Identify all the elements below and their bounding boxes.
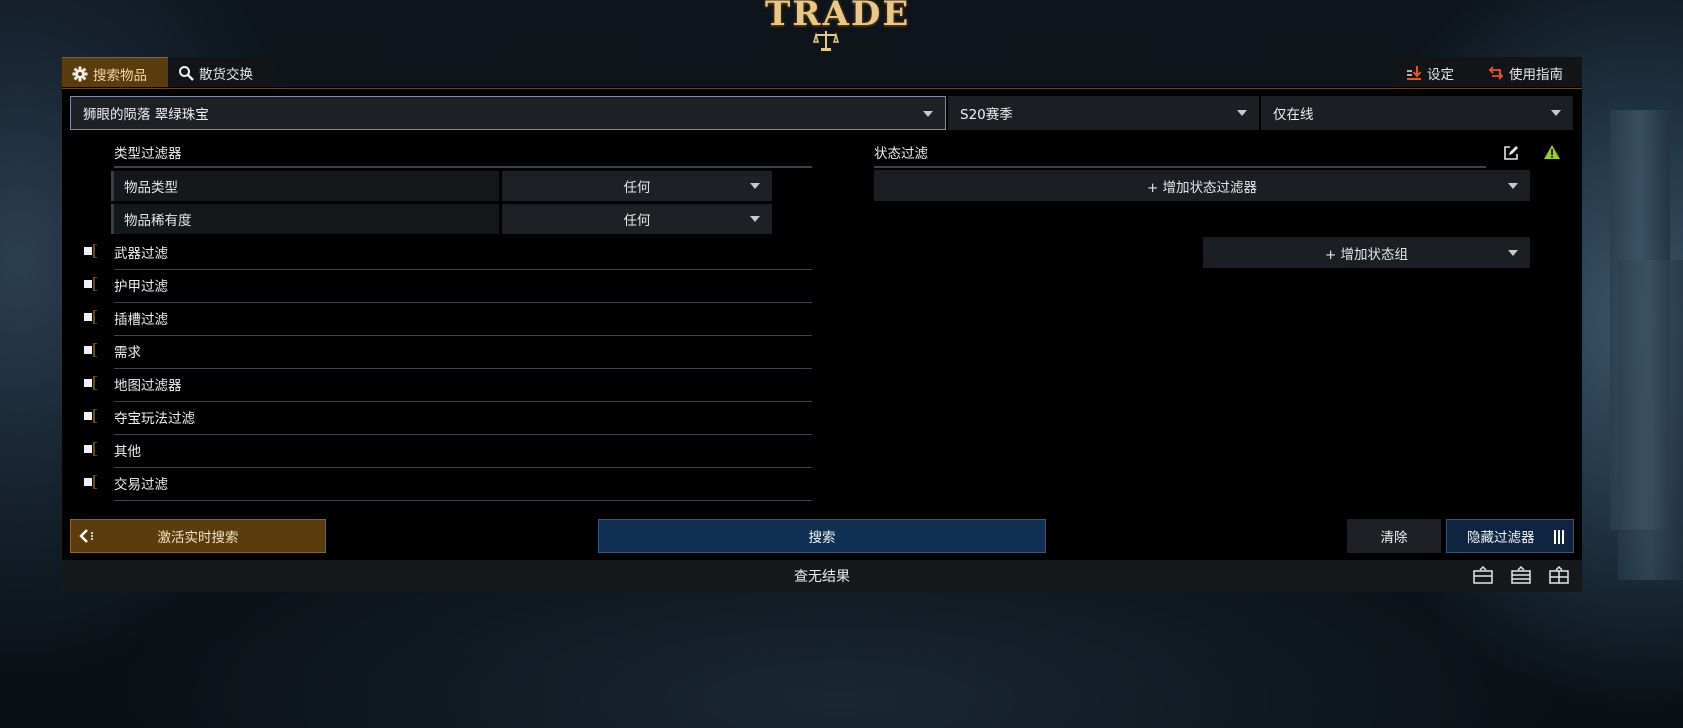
edit-icon[interactable] (1503, 145, 1519, 161)
online-status-value: 仅在线 (1273, 107, 1314, 123)
layout-icon[interactable] (1473, 566, 1493, 584)
filter-group-map[interactable]: 地图过滤器 (82, 369, 812, 402)
chevron-down-icon (1508, 250, 1518, 256)
chevron-down-icon (1237, 110, 1247, 116)
type-filters-title: 类型过滤器 (114, 146, 182, 162)
add-stat-group-dropdown[interactable]: + 增加状态组 (1203, 237, 1530, 268)
filter-checkbox[interactable] (84, 280, 92, 288)
filter-checkbox[interactable] (84, 379, 92, 387)
stat-filters-divider (874, 166, 1486, 168)
filter-checkbox-bracket (93, 475, 97, 489)
tab-search-items-label: 搜索物品 (93, 67, 147, 84)
item-type-label: 物品类型 (111, 171, 499, 201)
filter-checkbox[interactable] (84, 412, 92, 420)
filter-group-label: 地图过滤器 (114, 378, 182, 394)
add-stat-filter-label: + 增加状态过滤器 (1146, 179, 1258, 196)
filter-group-label: 夺宝玩法过滤 (114, 411, 195, 427)
background-pillar-far-right (1618, 260, 1683, 580)
filter-group-divider (114, 500, 812, 501)
filter-checkbox[interactable] (84, 445, 92, 453)
league-value: S20赛季 (960, 107, 1013, 123)
filter-checkbox-bracket (93, 376, 97, 390)
chevron-down-icon (1551, 110, 1561, 116)
filter-checkbox[interactable] (84, 346, 92, 354)
rarity-dropdown[interactable]: 任何 (502, 204, 772, 234)
chevron-down-icon (923, 111, 933, 117)
filter-group-armour[interactable]: 护甲过滤 (82, 270, 812, 303)
hide-filters-button[interactable]: 隐藏过滤器 (1446, 519, 1574, 553)
filter-checkbox-bracket (93, 277, 97, 291)
type-filters-divider (114, 166, 812, 168)
filter-group-label: 交易过滤 (114, 477, 168, 493)
filter-group-label: 其他 (114, 444, 141, 460)
search-button[interactable]: 搜索 (598, 519, 1046, 553)
item-search-value: 狮眼的陨落 翠绿珠宝 (83, 107, 209, 123)
filter-checkbox[interactable] (84, 478, 92, 486)
tab-bulk-exchange[interactable]: 散货交换 (168, 57, 276, 89)
filter-group-heist[interactable]: 夺宝玩法过滤 (82, 402, 812, 435)
filter-checkbox-bracket (93, 442, 97, 456)
filter-group-requirements[interactable]: 需求 (82, 336, 812, 369)
gear-icon (72, 66, 88, 81)
chevron-left-icon (79, 529, 93, 543)
tab-bulk-exchange-label: 散货交换 (199, 67, 253, 83)
chevron-down-icon (750, 216, 760, 222)
scales-icon (813, 31, 839, 51)
clear-button[interactable]: 清除 (1347, 519, 1441, 553)
settings-download-icon (1407, 66, 1422, 80)
swap-arrows-icon (1488, 66, 1504, 80)
clear-label: 清除 (1380, 530, 1408, 546)
live-search-button[interactable]: 激活实时搜索 (70, 519, 326, 553)
filter-checkbox[interactable] (84, 313, 92, 321)
filter-checkbox-bracket (93, 409, 97, 423)
chevron-down-icon (750, 183, 760, 189)
rarity-label: 物品稀有度 (111, 204, 499, 234)
guide-label: 使用指南 (1509, 67, 1563, 83)
layout-icon[interactable] (1511, 566, 1531, 584)
guide-button[interactable]: 使用指南 (1478, 57, 1582, 89)
item-search-input[interactable]: 狮眼的陨落 翠绿珠宝 (70, 96, 946, 130)
add-stat-filter-dropdown[interactable]: + 增加状态过滤器 (874, 170, 1530, 201)
search-icon (179, 66, 194, 81)
panel-divider (62, 88, 1582, 89)
stat-filters-title: 状态过滤 (874, 146, 928, 162)
chevron-down-icon (1508, 183, 1518, 189)
filter-group-misc[interactable]: 其他 (82, 435, 812, 468)
filter-checkbox-bracket (93, 343, 97, 357)
live-search-label: 激活实时搜索 (157, 530, 239, 546)
search-label: 搜索 (808, 530, 836, 546)
trade-logo: TRADE (765, 0, 911, 34)
settings-button[interactable]: 设定 (1396, 57, 1478, 89)
filter-group-trade[interactable]: 交易过滤 (82, 468, 812, 501)
filter-group-label: 武器过滤 (114, 246, 168, 262)
filter-group-label: 插槽过滤 (114, 312, 168, 328)
filter-checkbox-bracket (93, 310, 97, 324)
filter-group-label: 需求 (114, 345, 141, 361)
filter-checkbox[interactable] (84, 247, 92, 255)
filter-group-label: 护甲过滤 (114, 279, 168, 295)
filter-group-socket[interactable]: 插槽过滤 (82, 303, 812, 336)
rarity-value: 任何 (623, 213, 651, 229)
warning-icon (1544, 145, 1560, 159)
no-results-message: 查无结果 (794, 569, 850, 585)
add-stat-group-label: + 增加状态组 (1324, 246, 1409, 263)
item-type-value: 任何 (623, 180, 651, 196)
league-select[interactable]: S20赛季 (948, 96, 1259, 130)
filter-group-weapon[interactable]: 武器过滤 (82, 237, 812, 270)
collapse-bars-icon (1554, 530, 1564, 544)
item-type-dropdown[interactable]: 任何 (502, 171, 772, 201)
settings-label: 设定 (1427, 67, 1454, 83)
tab-search-items[interactable]: 搜索物品 (62, 57, 168, 89)
tab-bar: 搜索物品 散货交换 设定 使用指南 (62, 57, 1582, 89)
online-status-select[interactable]: 仅在线 (1261, 96, 1573, 130)
hide-filters-label: 隐藏过滤器 (1467, 530, 1535, 546)
filter-checkbox-bracket (93, 244, 97, 258)
layout-icon[interactable] (1549, 566, 1569, 584)
